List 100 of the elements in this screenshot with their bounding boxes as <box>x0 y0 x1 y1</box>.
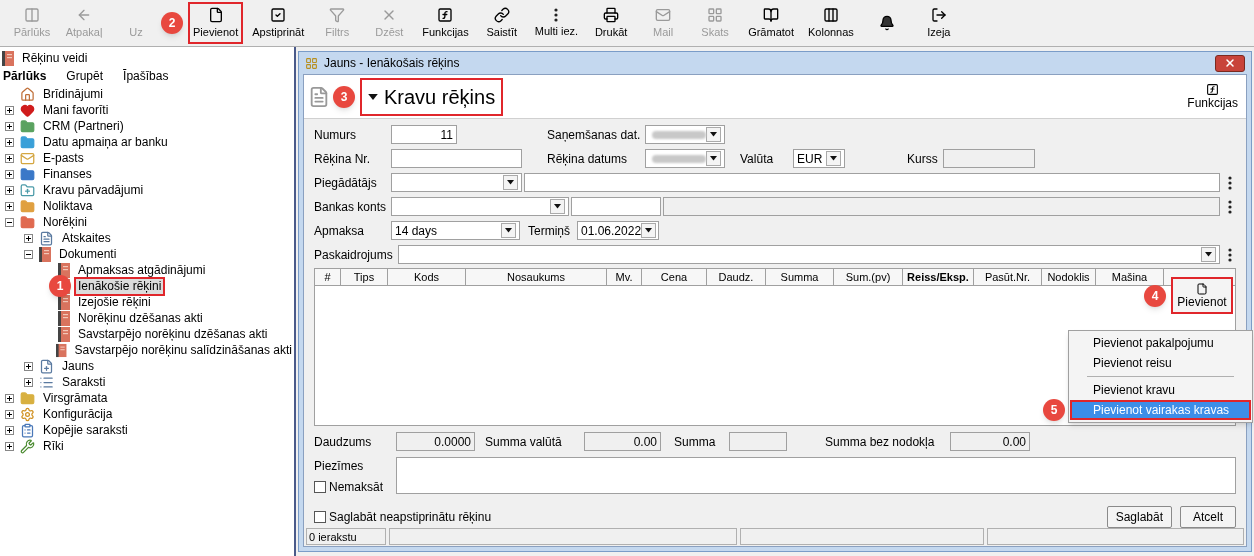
expander-box[interactable] <box>5 169 14 179</box>
sidebar-tab[interactable]: Īpašības <box>123 69 169 83</box>
tree-item[interactable]: Datu apmaiņa ar banku <box>41 134 170 150</box>
column-header[interactable]: Cena <box>642 269 707 285</box>
dropdown-field[interactable] <box>391 173 522 192</box>
dropdown-field[interactable] <box>645 125 725 144</box>
tree-item[interactable]: Finanses <box>41 166 94 182</box>
tree-item[interactable]: Saraksti <box>60 374 108 390</box>
expander-box[interactable] <box>5 393 14 403</box>
dropdown-field[interactable] <box>398 245 1220 264</box>
expander-box[interactable] <box>5 153 14 163</box>
expander-box[interactable] <box>24 377 33 387</box>
dropdown-field[interactable] <box>391 197 569 216</box>
tree-item[interactable]: Noliktava <box>41 198 95 214</box>
expander-box[interactable] <box>24 249 33 259</box>
toolbar-button[interactable]: Multi iez. <box>529 2 584 44</box>
dropdown-field[interactable] <box>645 149 725 168</box>
checkbox[interactable] <box>314 511 326 523</box>
checkbox[interactable] <box>314 481 326 493</box>
column-header[interactable]: Tips <box>341 269 388 285</box>
tree-item[interactable]: Kravu pārvadājumi <box>41 182 146 198</box>
input-field[interactable]: 0.0000 <box>396 432 475 451</box>
dropdown-field[interactable]: 01.06.2022 <box>577 221 659 240</box>
toolbar-button[interactable]: Apstiprināt <box>247 2 310 44</box>
notes-field[interactable] <box>396 457 1236 494</box>
tree-item[interactable]: Konfigurācija <box>41 406 115 422</box>
folder-icon <box>20 198 35 214</box>
close-button[interactable] <box>1215 54 1245 72</box>
input-field[interactable]: 11 <box>391 125 457 144</box>
tree-item[interactable]: Rīki <box>41 438 66 454</box>
menu-item[interactable]: Pievienot pakalpojumu <box>1070 333 1251 353</box>
expander-box[interactable] <box>5 409 14 419</box>
tree-item[interactable]: Savstarpējo norēķinu salīdzināšanas akti <box>72 342 294 358</box>
column-header[interactable]: Kods <box>388 269 466 285</box>
expander-box[interactable] <box>5 121 14 131</box>
arrow-left-icon <box>76 7 92 23</box>
book-icon <box>58 310 70 326</box>
input-field[interactable] <box>729 432 787 451</box>
tree-item[interactable]: CRM (Partneri) <box>41 118 126 134</box>
toolbar-button[interactable]: Grāmatot <box>743 2 799 44</box>
menu-item[interactable]: Pievienot kravu <box>1070 380 1251 400</box>
input-field[interactable] <box>571 197 661 216</box>
column-header[interactable]: Mv. <box>607 269 642 285</box>
tree-item[interactable]: Atskaites <box>60 230 113 246</box>
column-header[interactable]: Nosaukums <box>466 269 607 285</box>
column-header[interactable]: # <box>315 269 341 285</box>
tree-item[interactable]: Ienākošie rēķini <box>76 278 164 294</box>
expander-box[interactable] <box>24 233 33 243</box>
column-header[interactable]: Summa <box>766 269 834 285</box>
sidebar-tab[interactable]: Grupēt <box>66 69 104 83</box>
tree-item[interactable]: Dokumenti <box>57 246 119 262</box>
column-header[interactable]: Mašina <box>1096 269 1164 285</box>
expander-box[interactable] <box>5 185 14 195</box>
input-field[interactable] <box>524 173 1220 192</box>
tree-item[interactable]: Norēķini <box>41 214 89 230</box>
form-title[interactable]: Kravu rēķins <box>360 77 504 116</box>
printer-icon <box>603 7 620 23</box>
expander-box[interactable] <box>5 217 14 227</box>
column-header[interactable]: Reiss/Eksp. <box>903 269 974 285</box>
tree-item[interactable]: Kopējie saraksti <box>41 422 130 438</box>
expander-box[interactable] <box>5 425 14 435</box>
toolbar-button[interactable]: Izeja <box>914 2 963 44</box>
expander-box[interactable] <box>5 441 14 451</box>
tree-item[interactable]: Virsgrāmata <box>41 390 110 406</box>
input-field[interactable]: 0.00 <box>950 432 1030 451</box>
input-field[interactable] <box>943 149 1035 168</box>
tree-item[interactable]: Mani favorīti <box>41 102 111 118</box>
dialog-button[interactable]: Saglabāt <box>1106 506 1172 528</box>
toolbar-button[interactable]: Kolonnas <box>803 2 859 44</box>
tree-item[interactable]: Savstarpējo norēķinu dzēšanas akti <box>76 326 270 342</box>
tree-item[interactable]: E-pasts <box>41 150 86 166</box>
dropdown-field[interactable]: 14 days <box>391 221 520 240</box>
toolbar-button[interactable]: Funkcijas <box>417 2 474 44</box>
input-field[interactable] <box>663 197 1220 216</box>
expander-box[interactable] <box>5 137 14 147</box>
tree-item[interactable]: Apmaksas atgādinājumi <box>76 262 208 278</box>
tree-item[interactable]: Norēķinu dzēšanas akti <box>76 310 205 326</box>
menu-item[interactable]: Pievienot reisu <box>1070 353 1251 373</box>
field-label: Valūta <box>740 150 775 168</box>
input-field[interactable] <box>391 149 522 168</box>
add-button[interactable]: Pievienot <box>1171 277 1233 314</box>
tree-item[interactable]: Brīdinājumi <box>41 86 106 102</box>
tree-item[interactable]: Jauns <box>60 358 97 374</box>
expander-box[interactable] <box>5 105 14 115</box>
expander-box[interactable] <box>24 361 33 371</box>
tree-item[interactable]: Izejošie rēķini <box>76 294 153 310</box>
toolbar-button[interactable]: Saistīt <box>477 2 526 44</box>
column-header[interactable]: Sum.(pv) <box>834 269 903 285</box>
expander-box[interactable] <box>5 201 14 211</box>
close-icon <box>1224 57 1236 69</box>
functions-button[interactable]: Funkcijas <box>1187 83 1242 110</box>
toolbar-button[interactable]: Drukāt <box>587 2 636 44</box>
toolbar-button[interactable]: Pievienot <box>188 2 244 44</box>
sidebar-tab[interactable]: Pārlūks <box>3 69 47 83</box>
dropdown-field[interactable]: EUR <box>793 149 845 168</box>
dialog-button[interactable]: Atcelt <box>1180 506 1236 528</box>
column-header[interactable]: Pasūt.Nr. <box>974 269 1042 285</box>
input-field[interactable]: 0.00 <box>584 432 661 451</box>
column-header[interactable]: Nodoklis <box>1042 269 1096 285</box>
column-header[interactable]: Daudz. <box>707 269 766 285</box>
